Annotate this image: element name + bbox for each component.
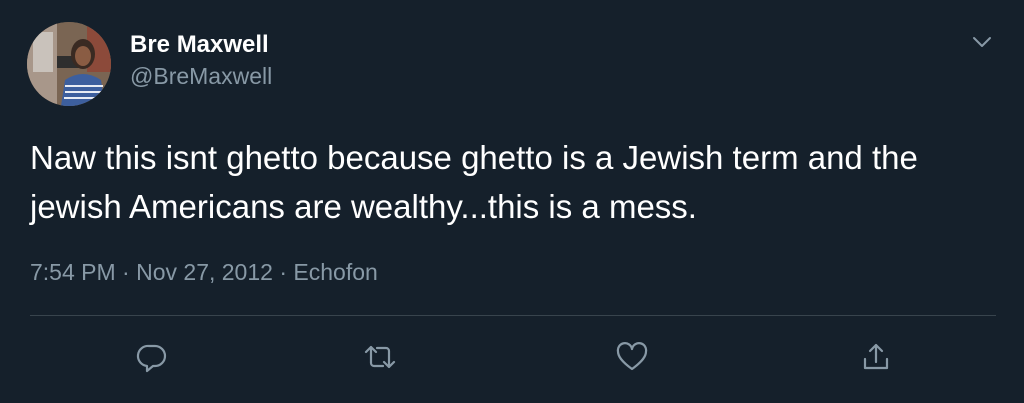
- author-display-name[interactable]: Bre Maxwell: [130, 30, 269, 60]
- author-handle[interactable]: @BreMaxwell: [130, 61, 272, 91]
- avatar-photo-icon: [27, 22, 111, 106]
- tweet-card: Bre Maxwell @BreMaxwell Naw this isnt gh…: [0, 0, 1024, 403]
- reply-button[interactable]: [134, 339, 170, 375]
- retweet-button[interactable]: [362, 339, 398, 375]
- like-button[interactable]: [614, 339, 650, 375]
- share-icon: [863, 343, 889, 370]
- meta-separator: ·: [272, 259, 294, 285]
- author-avatar[interactable]: [27, 22, 111, 106]
- divider: [30, 315, 996, 316]
- retweet-icon: [364, 345, 396, 369]
- tweet-meta: 7:54 PM · Nov 27, 2012 · Echofon: [30, 256, 378, 288]
- meta-separator: ·: [115, 259, 137, 285]
- tweet-text: Naw this isnt ghetto because ghetto is a…: [30, 139, 918, 225]
- tweet-time[interactable]: 7:54 PM: [30, 259, 116, 285]
- tweet-source[interactable]: Echofon: [293, 259, 377, 285]
- reply-icon: [136, 344, 167, 373]
- tweet-date[interactable]: Nov 27, 2012: [136, 259, 273, 285]
- chevron-down-icon[interactable]: [968, 30, 996, 54]
- share-button[interactable]: [858, 339, 894, 375]
- like-icon: [616, 342, 648, 371]
